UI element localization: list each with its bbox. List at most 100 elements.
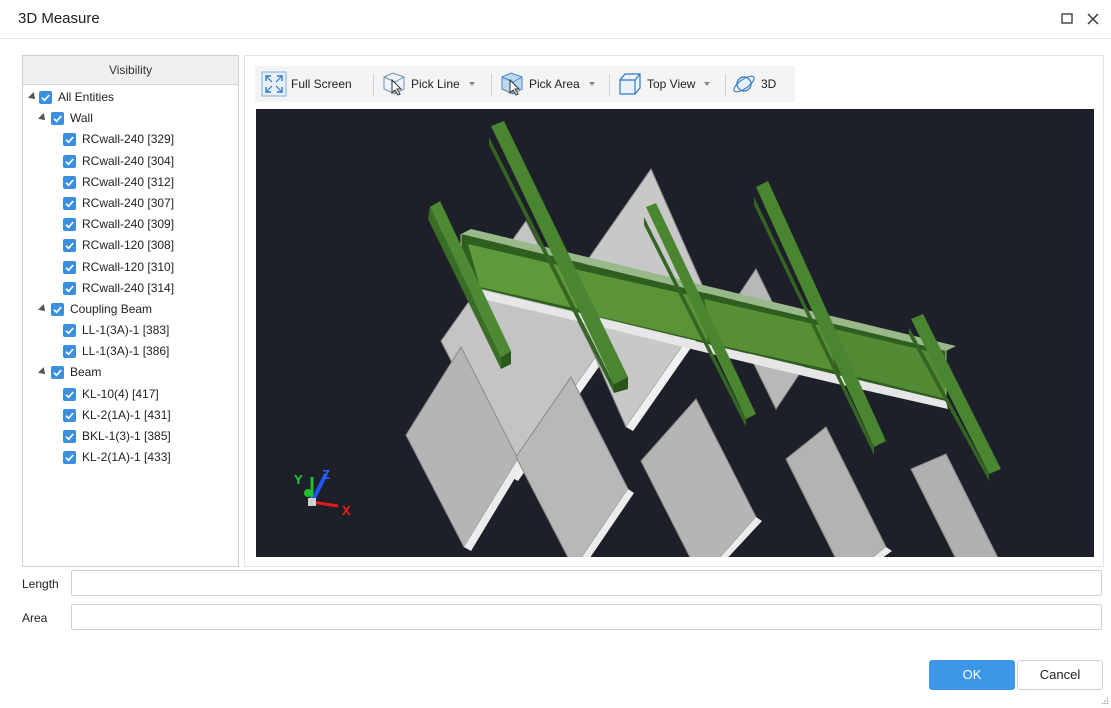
- axis-label-z: Z: [322, 467, 330, 482]
- resize-grip-icon[interactable]: [1101, 694, 1109, 705]
- pick-area-icon: [499, 71, 525, 97]
- axis-triad: Y Z X: [294, 467, 351, 518]
- checkbox[interactable]: [63, 451, 76, 465]
- checkbox[interactable]: [51, 366, 64, 380]
- tree-item[interactable]: All Entities: [23, 87, 238, 108]
- expand-arrow-icon[interactable]: [28, 92, 38, 102]
- tree-item[interactable]: KL-2(1A)-1 [431]: [23, 405, 238, 426]
- checkbox[interactable]: [51, 302, 64, 316]
- full-screen-button[interactable]: Full Screen: [261, 70, 352, 98]
- visibility-header: Visibility: [23, 56, 238, 85]
- checkbox[interactable]: [63, 281, 76, 295]
- length-field[interactable]: [71, 570, 1102, 596]
- checkbox[interactable]: [63, 387, 76, 401]
- tree-item-label: LL-1(3A)-1 [383]: [82, 323, 170, 338]
- tree-item-label: KL-10(4) [417]: [82, 386, 159, 401]
- pick-area-button[interactable]: Pick Area: [499, 70, 595, 98]
- tree-item-label: RCwall-120 [310]: [82, 259, 175, 274]
- tree-item[interactable]: RCwall-240 [314]: [23, 278, 238, 299]
- expand-arrow-icon[interactable]: [38, 303, 48, 314]
- cancel-button[interactable]: Cancel: [1017, 660, 1103, 690]
- pick-area-label: Pick Area: [529, 77, 580, 91]
- expand-arrow-icon[interactable]: [38, 367, 48, 378]
- checkbox[interactable]: [63, 196, 76, 210]
- tree-item[interactable]: Coupling Beam: [23, 299, 238, 320]
- model-viewport[interactable]: Y Z X: [256, 109, 1094, 557]
- tree-item-label: Beam: [70, 365, 102, 380]
- tree-item-label: RCwall-240 [329]: [82, 132, 175, 147]
- dialog-title: 3D Measure: [18, 10, 100, 27]
- tree-item[interactable]: RCwall-240 [307]: [23, 193, 238, 214]
- pick-line-dropdown-icon[interactable]: [468, 82, 475, 86]
- toolbar-separator: [609, 74, 610, 96]
- tree-item[interactable]: RCwall-120 [310]: [23, 257, 238, 278]
- 3d-viewer: Full Screen Pick Line Pick Area Top View…: [244, 55, 1104, 567]
- tree-item[interactable]: RCwall-240 [312]: [23, 172, 238, 193]
- tree-item[interactable]: BKL-1(3)-1 [385]: [23, 426, 238, 447]
- tree-item-label: All Entities: [58, 90, 115, 104]
- toolbar-separator: [373, 74, 374, 96]
- checkbox[interactable]: [63, 260, 76, 274]
- checkbox[interactable]: [63, 324, 76, 338]
- viewer-toolbar: Full Screen Pick Line Pick Area Top View…: [255, 66, 795, 102]
- length-label: Length: [22, 577, 59, 591]
- tree-item-label: RCwall-240 [314]: [82, 280, 175, 295]
- checkbox[interactable]: [63, 175, 76, 189]
- area-field[interactable]: [71, 604, 1102, 630]
- top-view-label: Top View: [647, 77, 696, 91]
- checkbox[interactable]: [63, 430, 76, 443]
- top-view-dropdown-icon[interactable]: [704, 82, 711, 86]
- full-screen-icon: [261, 71, 287, 97]
- checkbox[interactable]: [39, 91, 52, 104]
- checkbox[interactable]: [63, 218, 76, 232]
- checkbox[interactable]: [63, 345, 76, 359]
- checkbox[interactable]: [63, 154, 76, 168]
- pick-line-icon: [381, 71, 407, 97]
- expand-arrow-icon[interactable]: [38, 113, 48, 124]
- full-screen-label: Full Screen: [291, 77, 352, 91]
- toolbar-separator: [725, 74, 726, 96]
- checkbox[interactable]: [51, 112, 64, 126]
- tree-item-label: Coupling Beam: [70, 301, 153, 316]
- top-view-button[interactable]: Top View: [617, 70, 711, 98]
- tree-item[interactable]: KL-10(4) [417]: [23, 384, 238, 405]
- tree-item-label: KL-2(1A)-1 [433]: [82, 450, 171, 465]
- tree-item[interactable]: RCwall-240 [329]: [23, 129, 238, 150]
- checkbox[interactable]: [63, 239, 76, 253]
- tree-item[interactable]: LL-1(3A)-1 [386]: [23, 341, 238, 362]
- axis-label-y: Y: [294, 472, 303, 487]
- tree-item[interactable]: KL-2(1A)-1 [433]: [23, 447, 238, 468]
- entity-tree: All Entities Wall RCwall-240 [329] RCwall-2…: [23, 85, 238, 468]
- tree-item[interactable]: RCwall-240 [304]: [23, 151, 238, 172]
- axis-label-x: X: [342, 503, 351, 518]
- tree-item-label: RCwall-240 [307]: [82, 195, 175, 210]
- 3d-view-label: 3D: [761, 77, 777, 91]
- tree-item-label: KL-2(1A)-1 [431]: [82, 407, 171, 422]
- top-view-cube-icon: [617, 71, 643, 97]
- tree-item-label: RCwall-120 [308]: [82, 238, 175, 253]
- pick-area-dropdown-icon[interactable]: [588, 82, 595, 86]
- title-bar: 3D Measure: [0, 0, 1111, 39]
- tree-item[interactable]: RCwall-120 [308]: [23, 235, 238, 256]
- toolbar-separator: [491, 74, 492, 96]
- ok-button[interactable]: OK: [929, 660, 1015, 690]
- tree-item-label: RCwall-240 [309]: [82, 217, 175, 232]
- tree-item-label: Wall: [70, 111, 93, 126]
- measure-dialog: 3D Measure Visibility All Entities Wall RC…: [0, 0, 1111, 705]
- checkbox[interactable]: [63, 133, 76, 147]
- close-icon[interactable]: [1083, 9, 1103, 29]
- tree-item-label: RCwall-240 [304]: [82, 153, 175, 168]
- tree-item[interactable]: RCwall-240 [309]: [23, 214, 238, 235]
- area-label: Area: [22, 611, 48, 625]
- tree-item[interactable]: Wall: [23, 108, 238, 129]
- visibility-panel: Visibility All Entities Wall RCwall-240 [3…: [22, 55, 239, 567]
- pick-line-button[interactable]: Pick Line: [381, 70, 475, 98]
- tree-item[interactable]: Beam: [23, 362, 238, 383]
- tree-item-label: LL-1(3A)-1 [386]: [82, 344, 170, 359]
- maximize-icon[interactable]: [1057, 9, 1077, 29]
- tree-item-label: BKL-1(3)-1 [385]: [82, 429, 171, 443]
- 3d-view-button[interactable]: 3D: [731, 70, 776, 98]
- checkbox[interactable]: [63, 408, 76, 422]
- tree-item[interactable]: LL-1(3A)-1 [383]: [23, 320, 238, 341]
- orbit-icon: [731, 71, 757, 97]
